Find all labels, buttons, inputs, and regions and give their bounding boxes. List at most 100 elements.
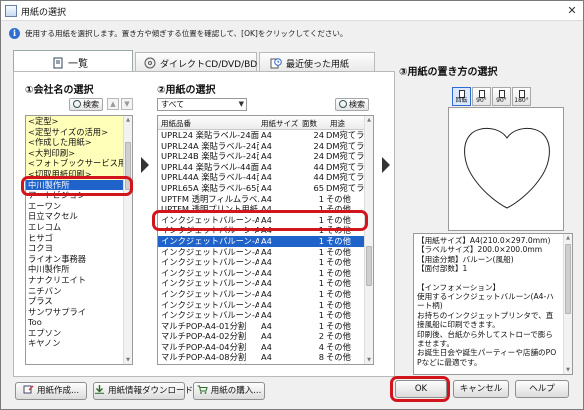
paper-cell-size: A4 xyxy=(261,352,272,363)
move-down-button[interactable]: ▼ xyxy=(121,98,133,110)
help-button[interactable]: ヘルプ xyxy=(515,380,569,398)
company-list-item[interactable]: <フォトブックサービス用> xyxy=(26,158,132,169)
company-search-button[interactable]: 検索 xyxy=(69,98,103,111)
company-list-item[interactable]: 中川製作所 xyxy=(26,264,132,275)
paper-cell-name: インクジェットバルーン-A4-... xyxy=(161,288,259,299)
paper-cell-use: その他 xyxy=(326,310,351,321)
paper-table-row[interactable]: マルチPOP-A4-02分割 A4 2 その他 xyxy=(158,331,366,342)
paper-table-row[interactable]: UPRL24B 楽貼ラベル-24面 A4 24 DM宛てラ xyxy=(158,151,366,162)
company-list-item[interactable]: 中川製作所 xyxy=(26,179,132,191)
company-list-item[interactable]: サンワサプライ xyxy=(26,307,132,318)
paper-table-scrollbar[interactable]: ▲ ▼ xyxy=(364,116,373,364)
orientation-rotate-90-button[interactable]: 90° xyxy=(472,87,491,106)
paper-table-row[interactable]: インクジェットバルーン-A4-...A4 1その他 xyxy=(158,278,366,289)
paper-table-row[interactable]: UPRL24A 楽貼ラベル-24面 A4 24 DM宛てラ xyxy=(158,141,366,152)
company-list-item[interactable]: プラス xyxy=(26,296,132,307)
disc-icon xyxy=(144,57,156,69)
scroll-down-arrow[interactable]: ▼ xyxy=(564,366,572,374)
company-list-item[interactable]: <切取用紙印刷> xyxy=(26,168,132,180)
paper-cell-size: A4 xyxy=(261,151,272,162)
company-list-item[interactable]: <大判印刷> xyxy=(26,147,132,159)
ok-button[interactable]: OK xyxy=(395,380,447,398)
paper-table-row[interactable]: インクジェットバルーン-A4-...A4 1その他 xyxy=(158,247,366,258)
paper-table-row[interactable]: UPRL44A 楽貼ラベル-44面 A4 44 DM宛てラ xyxy=(158,172,366,183)
paper-table-row[interactable]: インクジェットバルーン-A4-...A4 1その他 xyxy=(158,225,366,236)
scroll-thumb[interactable] xyxy=(366,246,372,286)
tab-list[interactable]: 一覧 xyxy=(13,50,133,72)
info-box-scrollbar[interactable]: ▲ ▼ xyxy=(563,234,572,374)
scroll-down-arrow[interactable]: ▼ xyxy=(365,356,373,364)
company-list-item[interactable]: エレコム xyxy=(26,222,132,233)
cancel-button[interactable]: キャンセル xyxy=(453,380,509,398)
paper-table-row[interactable]: UPRL44 楽貼ラベル-44面 A4 44 DM宛てラ xyxy=(158,162,366,173)
paper-table-row[interactable]: インクジェットバルーン-A4-...A4 1その他 xyxy=(158,257,366,268)
company-list-item[interactable]: ニチバン xyxy=(26,286,132,297)
paper-cell-faces: 1 xyxy=(318,257,324,268)
orientation-rotate-180-button[interactable]: 180° xyxy=(512,87,531,106)
tab-direct-cd[interactable]: ダイレクトCD/DVD/BD xyxy=(135,52,257,71)
orientation-portrait-button[interactable]: 回転 xyxy=(452,87,471,106)
paper-table-row[interactable]: インクジェットバルーン-A4-...A4 1その他 xyxy=(158,215,366,226)
orientation-rotate-minus-90-button[interactable]: 90° xyxy=(492,87,511,106)
paper-table[interactable]: 用紙品番 用紙サイズ 面数 用途 UPRL24 楽貼ラベル-24面 A4 24 DM宛… xyxy=(157,115,374,365)
paper-table-row[interactable]: UPTFM 透明プリント用紙 A4 1 その他 xyxy=(158,204,366,215)
company-list-item[interactable]: ヒサゴ xyxy=(26,233,132,244)
window-title: 用紙の選択 xyxy=(21,8,67,18)
company-list-item[interactable]: エーワン xyxy=(26,201,132,212)
paper-cell-name: マルチPOP-A4-04分割 xyxy=(161,341,247,352)
download-paper-info-button[interactable]: 用紙情報ダウンロード xyxy=(93,382,193,400)
company-list-item[interactable]: <定型> xyxy=(26,116,132,127)
scroll-thumb[interactable] xyxy=(565,244,571,314)
scroll-up-arrow[interactable]: ▲ xyxy=(564,234,572,242)
company-list-item[interactable]: コクヨ xyxy=(26,243,132,254)
paper-table-row[interactable]: UPRL65A 楽貼ラベル-65面 A4 65 DM宛てラ xyxy=(158,183,366,194)
paper-cell-size: A4 xyxy=(261,214,272,225)
paper-table-row[interactable]: マルチPOP-A4-04分割 A4 4 その他 xyxy=(158,342,366,353)
tab-recent-papers[interactable]: 最近使った用紙 xyxy=(259,52,375,71)
buy-paper-button[interactable]: 用紙の購入... xyxy=(193,382,265,400)
company-list-item[interactable]: エプソン xyxy=(26,328,132,339)
paper-cell-use: その他 xyxy=(326,225,351,236)
paper-table-row[interactable]: インクジェットバルーン-A4-...A4 1その他 xyxy=(158,310,366,321)
info-line: お持ちのインクジェットプリンタで、直接風船に印刷できます。 xyxy=(417,310,554,330)
company-list-item[interactable]: ライオン事務器 xyxy=(26,254,132,265)
paper-table-row[interactable]: インクジェットバルーン-A4-...A4 1その他 xyxy=(158,300,366,311)
header-faces[interactable]: 面数 xyxy=(302,118,317,129)
company-list-item[interactable]: ナナクリエイト xyxy=(26,275,132,286)
company-list-item[interactable]: Too xyxy=(26,317,132,328)
paper-table-row[interactable]: マルチPOP-A4-08分割 A4 8 その他 xyxy=(158,352,366,363)
scroll-up-arrow[interactable]: ▲ xyxy=(365,116,373,124)
company-list[interactable]: <定型> <定型サイズの活用> <作成した用紙> <大判印刷> <フォトブックサービス用… xyxy=(25,115,133,365)
chevron-down-icon: ▼ xyxy=(238,100,244,108)
paper-table-row[interactable]: UPRL24 楽貼ラベル-24面 A4 24 DM宛てラ xyxy=(158,130,366,141)
paper-cell-use: DM宛てラ xyxy=(326,161,365,172)
paper-table-row[interactable]: マルチPOP-A4-01分割 A4 1 その他 xyxy=(158,321,366,332)
paper-table-row[interactable]: UPTFM 透明フィルムラベル A4 1 その他 xyxy=(158,194,366,205)
create-paper-button[interactable]: 用紙作成... xyxy=(15,382,87,400)
magnifier-icon xyxy=(73,100,81,108)
magnifier-icon xyxy=(339,100,347,108)
paper-table-row[interactable]: インクジェットバルーン-A4-...A4 1その他 xyxy=(158,289,366,300)
company-list-scrollbar[interactable]: ▲ ▼ xyxy=(123,116,132,364)
paper-search-button[interactable]: 検索 xyxy=(335,98,369,111)
scroll-thumb[interactable] xyxy=(125,142,131,190)
paper-info-text: 【用紙サイズ】A4(210.0×297.0mm) 【ラベルサイズ】200.0×20… xyxy=(417,236,559,367)
scroll-down-arrow[interactable]: ▼ xyxy=(124,356,132,364)
header-size[interactable]: 用紙サイズ xyxy=(261,118,298,129)
close-button[interactable]: ✕ xyxy=(565,4,579,18)
company-list-item[interactable]: 日立マクセル xyxy=(26,211,132,222)
company-list-item[interactable]: <作成した用紙> xyxy=(26,137,132,148)
paper-table-row[interactable]: インクジェットバルーン-A4-...A4 1その他 xyxy=(158,235,366,247)
paper-filter-select[interactable]: すべて ▼ xyxy=(157,98,247,111)
scroll-up-arrow[interactable]: ▲ xyxy=(124,116,132,124)
company-list-item[interactable]: アートビジョン xyxy=(26,190,132,201)
paper-table-row[interactable]: マルチPOP-A4-16分割A4 16その他 xyxy=(158,363,366,364)
company-list-item[interactable]: キヤノン xyxy=(26,338,132,349)
move-up-button[interactable]: ▲ xyxy=(107,98,119,110)
paper-cell-size: A4 xyxy=(261,310,272,321)
paper-table-row[interactable]: インクジェットバルーン-A4-...A4 1その他 xyxy=(158,268,366,279)
company-list-item[interactable]: <定型サイズの活用> xyxy=(26,126,132,138)
paper-cell-faces: 1 xyxy=(318,267,324,278)
header-use[interactable]: 用途 xyxy=(330,118,345,129)
header-name[interactable]: 用紙品番 xyxy=(161,118,191,129)
